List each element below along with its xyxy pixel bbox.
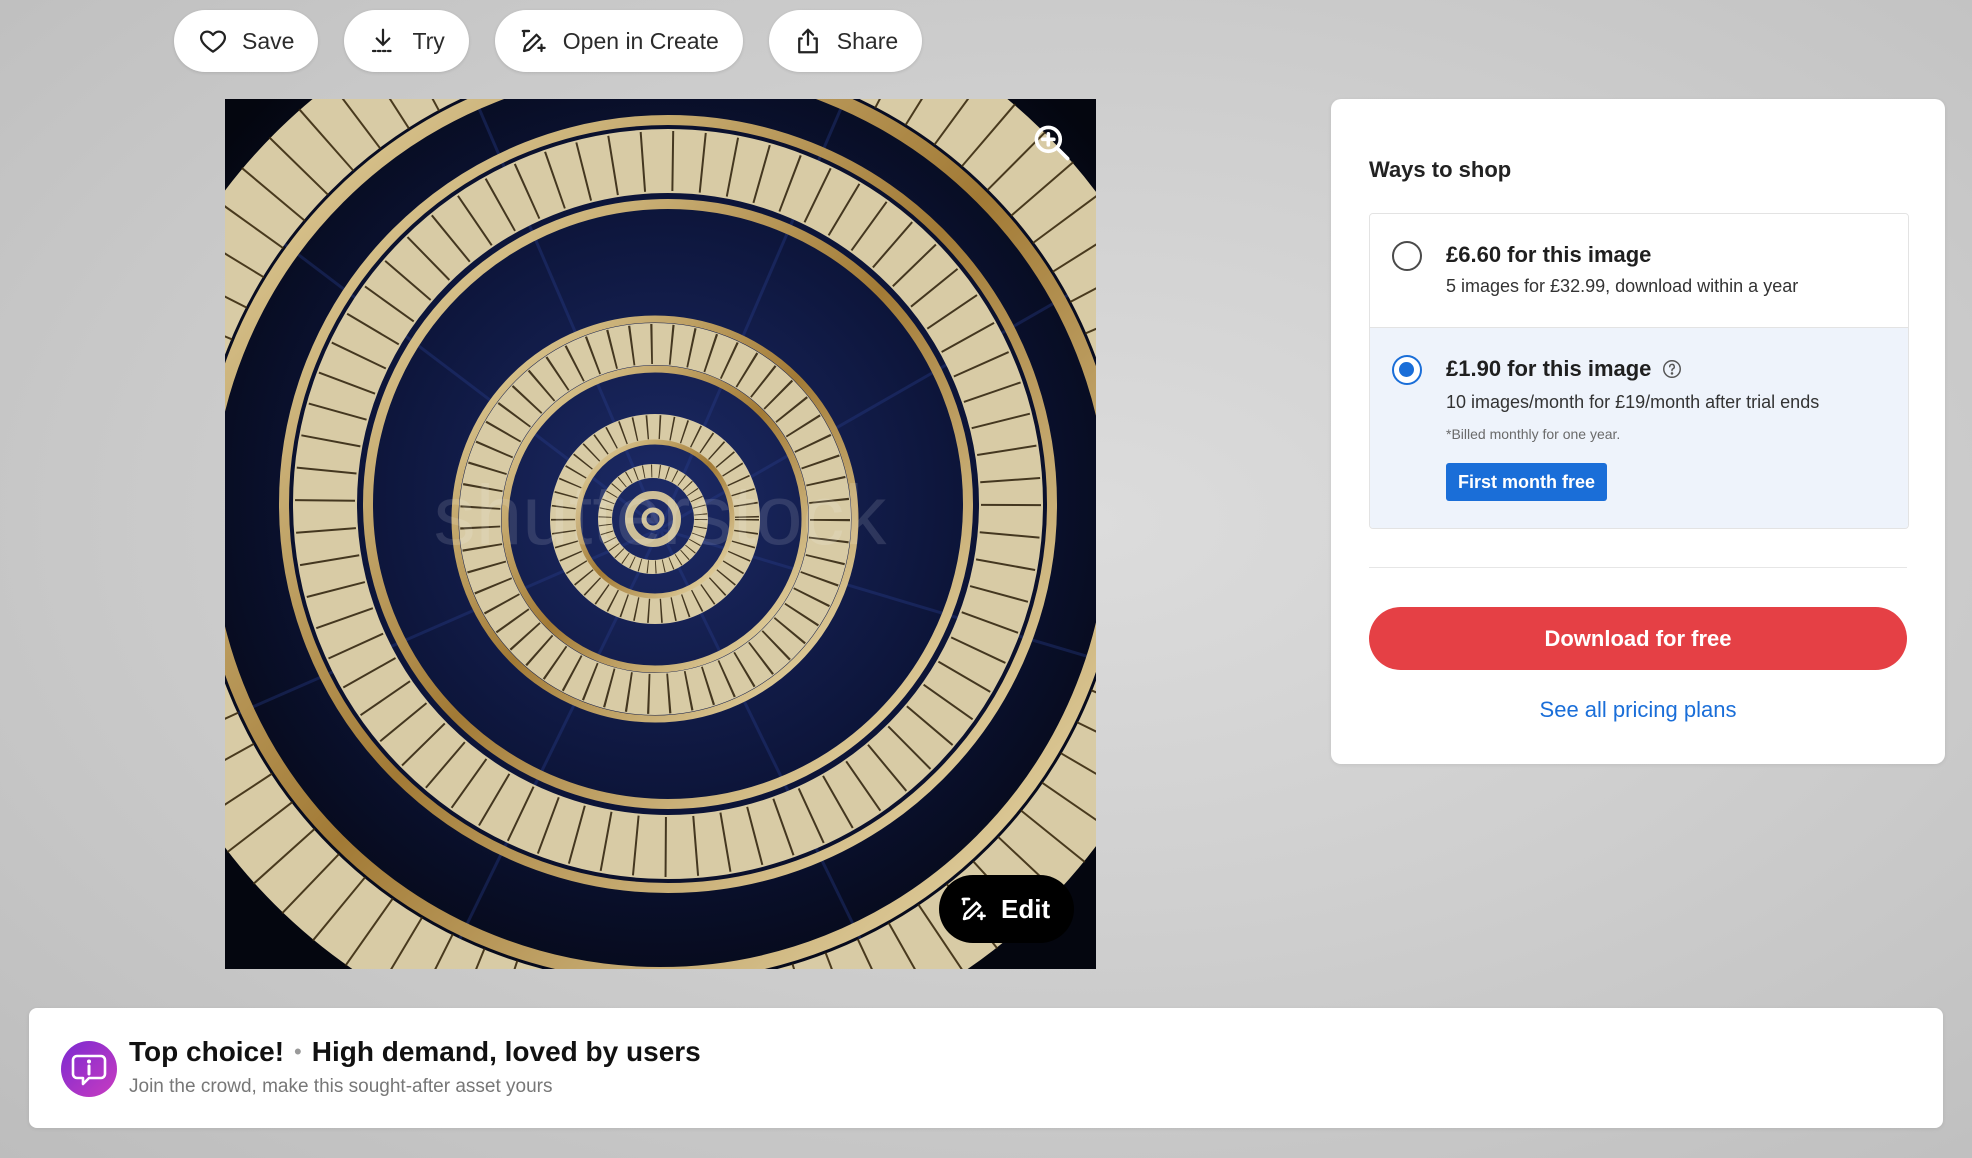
banner-title-lead: Top choice! bbox=[129, 1036, 285, 1067]
open-in-create-label: Open in Create bbox=[562, 27, 719, 54]
edit-button[interactable]: Edit bbox=[939, 875, 1075, 943]
stock-image[interactable]: shutterstock Edit bbox=[225, 99, 1096, 969]
heart-icon bbox=[198, 26, 228, 56]
try-label: Try bbox=[412, 27, 445, 54]
share-button[interactable]: Share bbox=[768, 10, 923, 72]
banner-title: Top choice! • High demand, loved by user… bbox=[129, 1036, 701, 1068]
download-for-free-button[interactable]: Download for free bbox=[1369, 607, 1907, 670]
option-description: 5 images for £32.99, download within a y… bbox=[1446, 276, 1799, 296]
banner-title-rest: High demand, loved by users bbox=[311, 1036, 701, 1067]
edit-sparkle-icon bbox=[519, 26, 549, 56]
radio-selected[interactable] bbox=[1392, 355, 1422, 385]
zoom-in-icon[interactable] bbox=[1030, 121, 1074, 165]
option-price-text: £1.90 for this image bbox=[1446, 356, 1652, 381]
pricing-option-subscription[interactable]: £1.90 for this image 10 images/month for… bbox=[1370, 328, 1908, 528]
option-description: 10 images/month for £19/month after tria… bbox=[1446, 392, 1820, 412]
option-price: £6.60 for this image bbox=[1446, 242, 1651, 268]
first-month-free-badge[interactable]: First month free bbox=[1446, 463, 1608, 501]
save-button[interactable]: Save bbox=[174, 10, 319, 72]
help-circle-icon[interactable] bbox=[1661, 358, 1683, 380]
info-badge-icon bbox=[60, 1040, 118, 1098]
shop-title: Ways to shop bbox=[1369, 157, 1512, 182]
save-label: Save bbox=[242, 27, 295, 54]
pricing-option-pack[interactable]: £6.60 for this image 5 images for £32.99… bbox=[1370, 214, 1908, 328]
option-price: £1.90 for this image bbox=[1446, 356, 1683, 382]
image-toolbar: Save Try Open in Create Share bbox=[174, 10, 923, 72]
spiral-clock-image: shutterstock bbox=[225, 99, 1096, 969]
divider bbox=[1369, 567, 1907, 568]
radio-unselected[interactable] bbox=[1392, 241, 1422, 271]
option-price-text: £6.60 for this image bbox=[1446, 242, 1652, 267]
share-icon bbox=[793, 26, 823, 56]
ways-to-shop-panel: Ways to shop £6.60 for this image 5 imag… bbox=[1331, 99, 1945, 764]
share-label: Share bbox=[836, 27, 899, 54]
watermark-text: shutterstock bbox=[434, 468, 888, 562]
download-icon bbox=[368, 26, 398, 56]
open-in-create-button[interactable]: Open in Create bbox=[494, 10, 743, 72]
edit-sparkle-icon bbox=[959, 894, 989, 924]
see-all-pricing-plans-link[interactable]: See all pricing plans bbox=[1369, 697, 1907, 723]
banner-separator: • bbox=[294, 1039, 302, 1064]
pricing-options: £6.60 for this image 5 images for £32.99… bbox=[1369, 213, 1909, 529]
top-choice-banner: Top choice! • High demand, loved by user… bbox=[29, 1008, 1943, 1128]
billing-note: *Billed monthly for one year. bbox=[1446, 426, 1621, 442]
banner-subtitle: Join the crowd, make this sought-after a… bbox=[129, 1076, 553, 1097]
try-button[interactable]: Try bbox=[344, 10, 469, 72]
edit-label: Edit bbox=[1001, 893, 1051, 924]
